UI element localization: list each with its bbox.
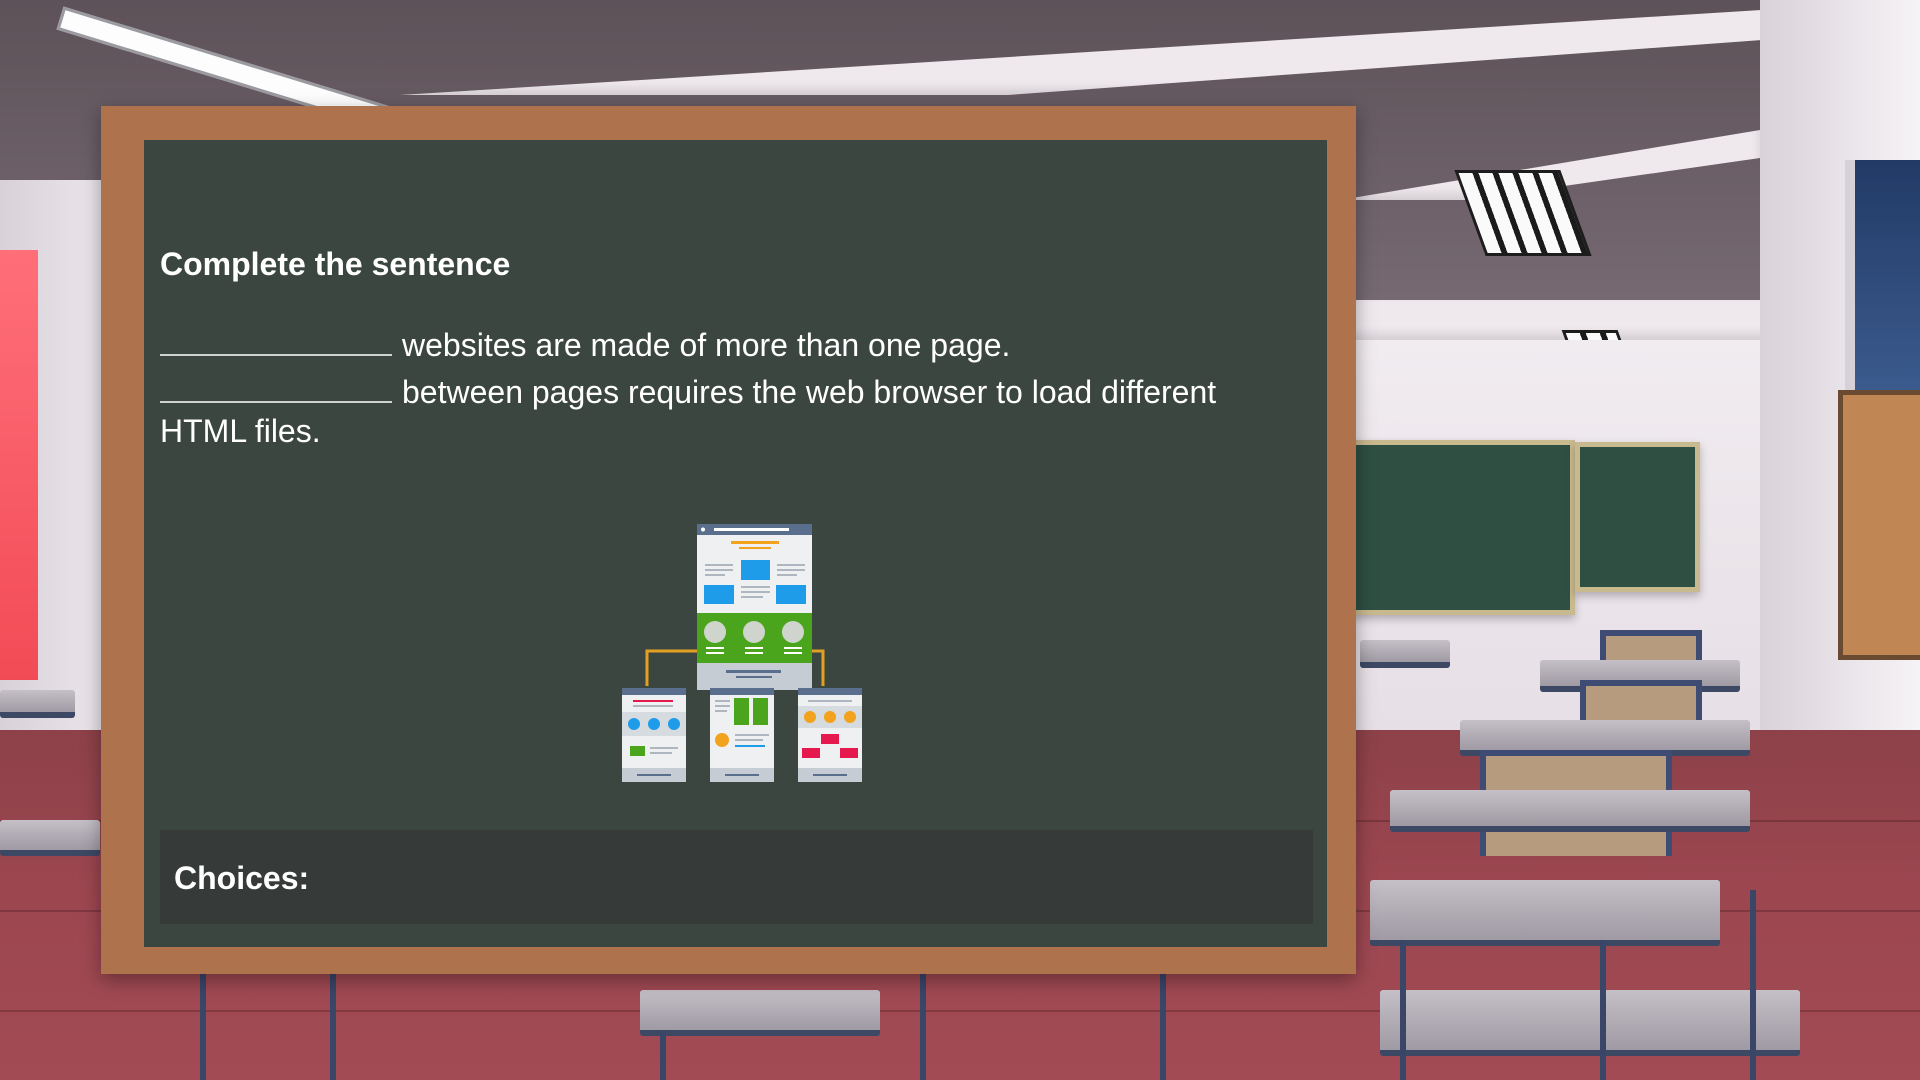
desk-leg [1600, 940, 1606, 1080]
home-page-icon [697, 524, 812, 690]
website-sitemap-icon [622, 524, 862, 782]
school-desk [0, 820, 100, 856]
school-desk [1390, 790, 1750, 832]
sub-page-icon [622, 688, 686, 782]
desk-leg [330, 970, 336, 1080]
back-chalkboard [1350, 440, 1575, 615]
desk-leg [660, 1030, 666, 1080]
desk-leg [1400, 940, 1406, 1080]
desk-leg [200, 970, 206, 1080]
choices-label: Choices: [174, 860, 310, 896]
sub-page-icon [798, 688, 862, 782]
school-desk [1380, 990, 1800, 1056]
sentence-1: websites are made of more than one page. [160, 326, 1300, 365]
window [1845, 160, 1920, 400]
school-desk [1360, 640, 1450, 668]
back-chalkboard [1575, 442, 1700, 592]
question-board: Complete the sentence websites are made … [144, 140, 1327, 947]
question-board-frame: Complete the sentence websites are made … [101, 106, 1356, 974]
answer-blank-2[interactable] [160, 375, 392, 403]
corkboard [1838, 390, 1920, 660]
sub-page-icon [710, 688, 774, 782]
window [0, 250, 38, 680]
choices-panel: Choices: [160, 830, 1313, 924]
desk-leg [1160, 970, 1166, 1080]
school-desk [1370, 880, 1720, 946]
answer-blank-1[interactable] [160, 328, 392, 356]
sentence-2: between pages requires the web browser t… [160, 373, 1300, 451]
desk-leg [1750, 890, 1756, 1080]
question-title: Complete the sentence [160, 246, 511, 282]
desk-leg [920, 970, 926, 1080]
school-desk [640, 990, 880, 1036]
sentence-1-text: websites are made of more than one page. [402, 327, 1011, 363]
school-desk [0, 690, 75, 718]
